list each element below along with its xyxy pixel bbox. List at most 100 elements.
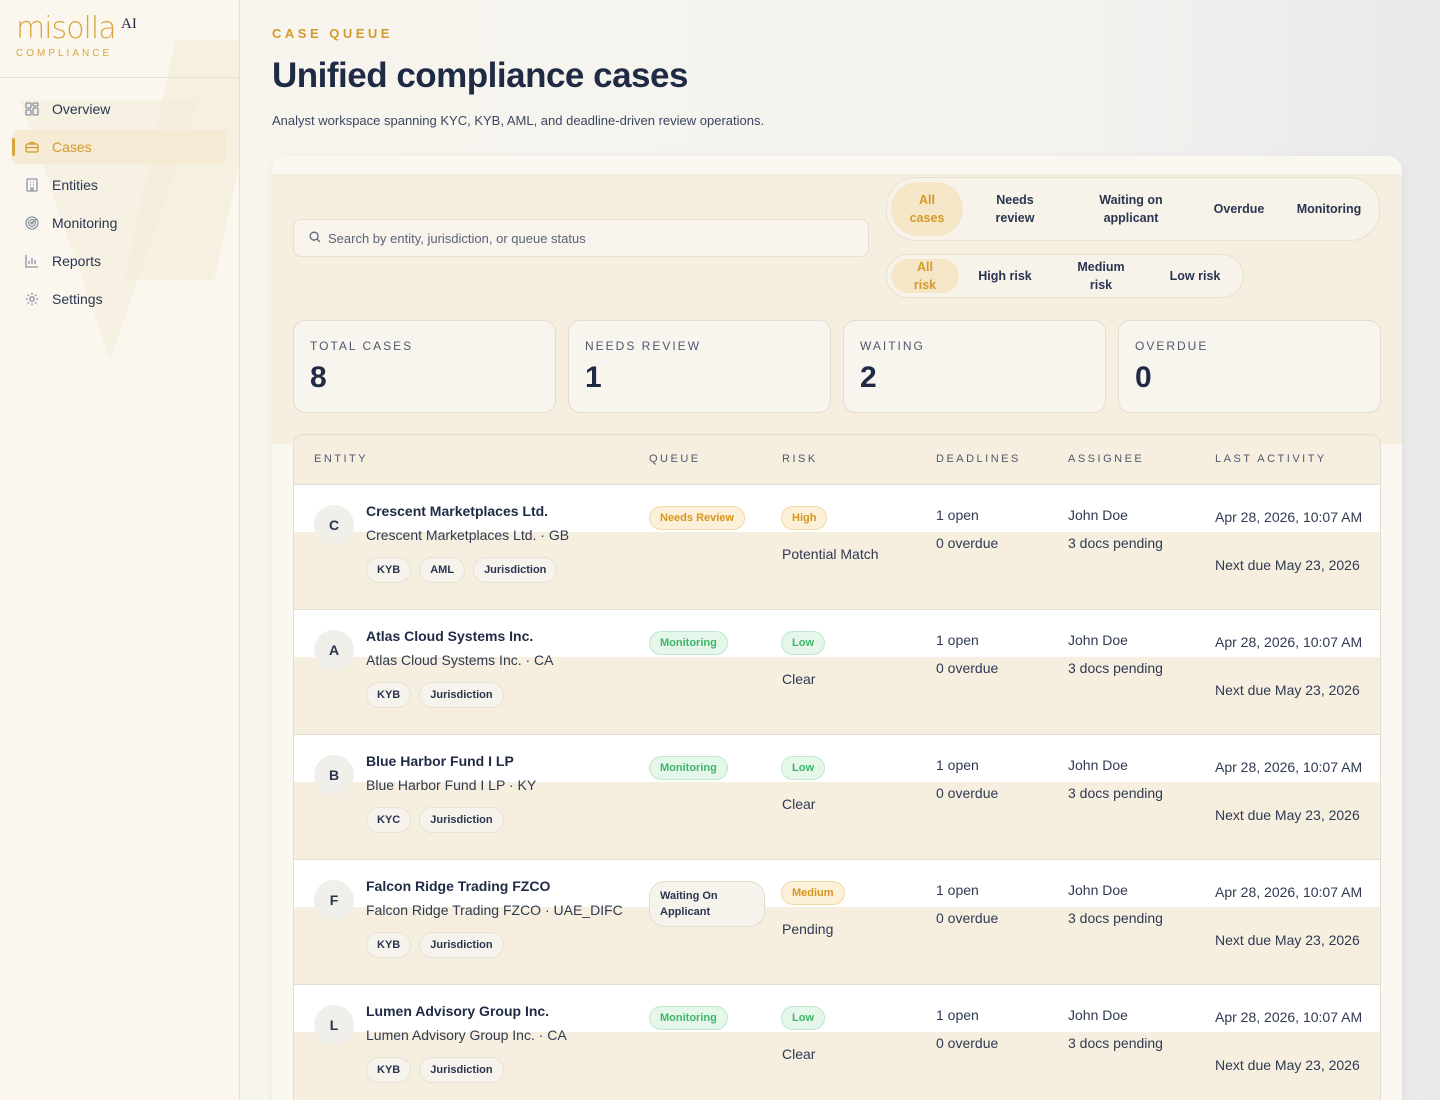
tag: AML — [419, 557, 466, 583]
search-input[interactable] — [328, 230, 848, 246]
sidebar-item-settings[interactable]: Settings — [12, 282, 227, 316]
risk-status: Potential Match — [782, 546, 879, 562]
stat-label: WAITING — [860, 339, 925, 353]
tag-list: KYB AML Jurisdiction — [366, 557, 558, 583]
docs-pending: 3 docs pending — [1068, 660, 1163, 676]
next-due: Next due May 23, 2026 — [1215, 557, 1360, 573]
deadline-open: 1 open — [936, 507, 979, 523]
search-icon — [308, 230, 322, 247]
tag: KYB — [366, 682, 412, 708]
filter-needs-review[interactable]: Needs review — [963, 182, 1067, 236]
assignee-name: John Doe — [1068, 757, 1128, 773]
entity-name[interactable]: Atlas Cloud Systems Inc. — [366, 628, 533, 644]
stat-value: 1 — [585, 361, 602, 394]
stat-card-waiting: WAITING 2 — [843, 320, 1106, 413]
docs-pending: 3 docs pending — [1068, 1035, 1163, 1051]
avatar: C — [314, 505, 354, 545]
deadline-open: 1 open — [936, 632, 979, 648]
bar-chart-icon — [24, 253, 40, 269]
stat-card-total-cases: TOTAL CASES 8 — [293, 320, 556, 413]
sidebar-item-overview[interactable]: Overview — [12, 92, 227, 126]
entity-name[interactable]: Crescent Marketplaces Ltd. — [366, 503, 548, 519]
logo-subtitle: COMPLIANCE — [16, 48, 113, 59]
tag: Jurisdiction — [419, 682, 504, 708]
filter-overdue[interactable]: Overdue — [1195, 182, 1283, 236]
briefcase-icon — [24, 139, 40, 155]
tag: KYB — [366, 1057, 412, 1083]
column-header-last-activity[interactable]: LAST ACTIVITY — [1215, 453, 1327, 465]
sidebar-item-label: Reports — [52, 253, 102, 269]
queue-filter-group: All cases Needs review Waiting on applic… — [886, 177, 1380, 241]
entity-name[interactable]: Falcon Ridge Trading FZCO — [366, 878, 550, 894]
next-due: Next due May 23, 2026 — [1215, 682, 1360, 698]
table-row[interactable]: F Falcon Ridge Trading FZCO Falcon Ridge… — [294, 860, 1380, 985]
queue-badge: Monitoring — [649, 1006, 728, 1030]
main-content: CASE QUEUE Unified compliance cases Anal… — [240, 0, 1440, 1100]
sidebar-nav: Overview Cases Entities Monitoring Repor… — [0, 78, 239, 316]
entity-name[interactable]: Blue Harbor Fund I LP — [366, 753, 514, 769]
tag: KYB — [366, 932, 412, 958]
assignee-name: John Doe — [1068, 632, 1128, 648]
column-header-queue[interactable]: QUEUE — [649, 453, 701, 465]
filter-monitoring[interactable]: Monitoring — [1283, 182, 1375, 236]
column-header-risk[interactable]: RISK — [782, 453, 818, 465]
avatar: B — [314, 755, 354, 795]
sidebar-item-reports[interactable]: Reports — [12, 244, 227, 278]
deadline-overdue: 0 overdue — [936, 785, 999, 801]
tag-list: KYB Jurisdiction — [366, 682, 504, 708]
risk-badge: High — [781, 506, 828, 530]
sidebar-item-entities[interactable]: Entities — [12, 168, 227, 202]
tag: Jurisdiction — [473, 557, 558, 583]
avatar: F — [314, 880, 354, 920]
filter-all-cases[interactable]: All cases — [891, 182, 963, 236]
gear-icon — [24, 291, 40, 307]
sidebar-item-cases[interactable]: Cases — [12, 130, 227, 164]
next-due: Next due May 23, 2026 — [1215, 932, 1360, 948]
sidebar-item-label: Settings — [52, 291, 103, 307]
column-header-deadlines[interactable]: DEADLINES — [936, 453, 1021, 465]
deadline-open: 1 open — [936, 757, 979, 773]
docs-pending: 3 docs pending — [1068, 535, 1163, 551]
last-activity: Apr 28, 2026, 10:07 AM — [1215, 1009, 1363, 1025]
page-eyebrow: CASE QUEUE — [272, 26, 393, 41]
avatar: A — [314, 630, 354, 670]
column-header-entity[interactable]: ENTITY — [314, 453, 368, 465]
assignee-name: John Doe — [1068, 882, 1128, 898]
filter-low-risk[interactable]: Low risk — [1151, 259, 1239, 293]
table-row[interactable]: A Atlas Cloud Systems Inc. Atlas Cloud S… — [294, 610, 1380, 735]
risk-badge: Medium — [781, 881, 845, 905]
stat-value: 2 — [860, 361, 877, 394]
avatar: L — [314, 1005, 354, 1045]
filter-waiting-on-applicant[interactable]: Waiting on applicant — [1067, 182, 1195, 236]
risk-status: Clear — [782, 671, 816, 687]
next-due: Next due May 23, 2026 — [1215, 807, 1360, 823]
deadline-overdue: 0 overdue — [936, 535, 999, 551]
filter-all-risk[interactable]: All risk — [891, 259, 959, 293]
entity-subtitle: Blue Harbor Fund I LP · KY — [366, 777, 537, 793]
table-row[interactable]: L Lumen Advisory Group Inc. Lumen Adviso… — [294, 985, 1380, 1100]
last-activity: Apr 28, 2026, 10:07 AM — [1215, 509, 1363, 525]
sidebar-item-monitoring[interactable]: Monitoring — [12, 206, 227, 240]
table-header: ENTITY QUEUE RISK DEADLINES ASSIGNEE LAS… — [294, 435, 1380, 485]
stat-label: OVERDUE — [1135, 339, 1209, 353]
search-box[interactable] — [293, 219, 869, 257]
filter-high-risk[interactable]: High risk — [959, 259, 1051, 293]
cases-table: ENTITY QUEUE RISK DEADLINES ASSIGNEE LAS… — [293, 434, 1381, 1100]
tag: KYB — [366, 557, 412, 583]
table-row[interactable]: B Blue Harbor Fund I LP Blue Harbor Fund… — [294, 735, 1380, 860]
tag: KYC — [366, 807, 412, 833]
tag-list: KYC Jurisdiction — [366, 807, 504, 833]
assignee-name: John Doe — [1068, 1007, 1128, 1023]
tag-list: KYB Jurisdiction — [366, 932, 504, 958]
table-row[interactable]: C Crescent Marketplaces Ltd. Crescent Ma… — [294, 485, 1380, 610]
entity-name[interactable]: Lumen Advisory Group Inc. — [366, 1003, 549, 1019]
column-header-assignee[interactable]: ASSIGNEE — [1068, 453, 1144, 465]
deadline-overdue: 0 overdue — [936, 910, 999, 926]
risk-badge: Low — [781, 1006, 825, 1030]
last-activity: Apr 28, 2026, 10:07 AM — [1215, 884, 1363, 900]
logo[interactable]: misolla AI COMPLIANCE — [0, 0, 239, 78]
filter-medium-risk[interactable]: Medium risk — [1051, 259, 1151, 293]
deadline-open: 1 open — [936, 1007, 979, 1023]
tag: Jurisdiction — [419, 1057, 504, 1083]
stat-value: 0 — [1135, 361, 1152, 394]
